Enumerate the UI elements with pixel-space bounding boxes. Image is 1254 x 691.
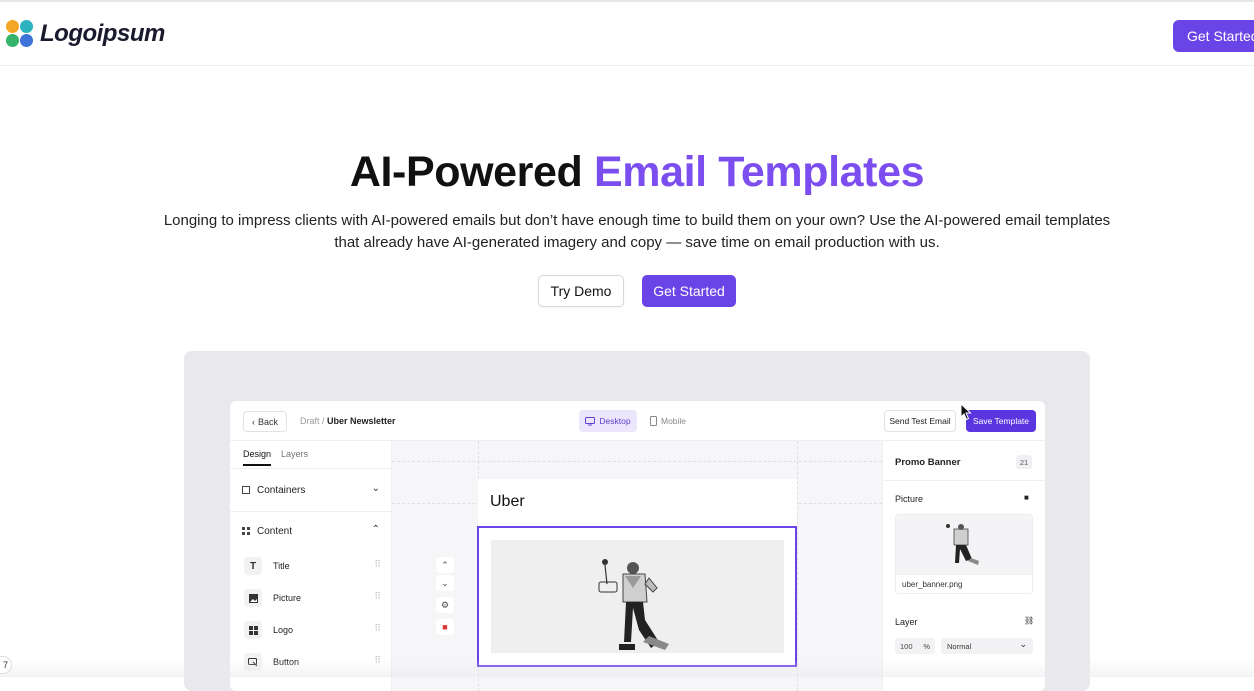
chevron-down-icon: ⌄ (1019, 639, 1027, 649)
promo-banner-block[interactable] (477, 526, 797, 667)
containers-section-header[interactable]: Containers ⌄ (242, 482, 380, 498)
breadcrumb: Draft / Uber Newsletter (300, 416, 396, 426)
monitor-icon (585, 416, 596, 425)
move-down-icon[interactable]: ⌄ (436, 575, 454, 591)
content-section-header[interactable]: Content ⌃ (242, 523, 380, 539)
opacity-value: 100 (900, 641, 913, 651)
section-divider (230, 511, 392, 512)
blend-mode-value: Normal (947, 641, 972, 651)
trash-icon[interactable]: ■ (1024, 493, 1029, 502)
send-test-email-button[interactable]: Send Test Email (884, 410, 956, 432)
editor-toolbar: ‹ Back Draft / Uber Newsletter Desktop M… (230, 401, 1045, 441)
drag-handle-icon[interactable]: ⠿ (374, 591, 381, 602)
properties-panel: Promo Banner 21 Picture ■ uber_banner.pn… (882, 441, 1045, 691)
container-icon (242, 486, 250, 494)
link-icon[interactable]: ⛓ (1024, 616, 1034, 625)
drag-handle-icon[interactable]: ⠿ (374, 559, 381, 570)
picture-preview-card[interactable]: uber_banner.png (895, 514, 1033, 594)
move-up-icon[interactable]: ⌃ (436, 557, 454, 573)
containers-label: Containers (257, 484, 306, 496)
block-toolbar: ⌃ ⌄ ⚙ ■ (436, 557, 454, 635)
text-icon: T (244, 557, 262, 575)
opacity-input[interactable]: 100 % (895, 638, 935, 654)
block-count-badge: 21 (1016, 455, 1032, 469)
hero-get-started-button[interactable]: Get Started (642, 275, 736, 307)
chevron-up-icon: ⌃ (371, 524, 380, 535)
bottom-fade (0, 660, 1254, 677)
top-nav: Logoipsum Get Started (0, 0, 1254, 66)
mouse-cursor-icon (960, 403, 972, 421)
phone-icon (650, 416, 657, 426)
hero-subtitle-line2: that already have AI-generated imagery a… (334, 234, 940, 251)
tab-layers[interactable]: Layers (281, 449, 308, 466)
person-illustration (598, 559, 669, 650)
grid-icon (244, 621, 262, 639)
editor-mockup: ‹ Back Draft / Uber Newsletter Desktop M… (230, 401, 1045, 691)
panel-divider (883, 480, 1045, 481)
back-button[interactable]: ‹ Back (243, 411, 287, 432)
back-label: Back (257, 416, 278, 427)
picture-label: Picture (895, 494, 924, 504)
logo-text: Logoipsum (40, 20, 165, 47)
content-item-title[interactable]: T Title ⠿ (244, 557, 381, 575)
mobile-view-toggle[interactable]: Mobile (650, 410, 686, 432)
layer-label: Layer (895, 617, 918, 627)
brand-logo[interactable]: Logoipsum (6, 20, 165, 48)
guide-line (797, 441, 798, 691)
hero-title-main: AI-Powered (349, 148, 583, 196)
mobile-label: Mobile (661, 416, 687, 426)
image-icon (244, 589, 262, 607)
content-item-label: Picture (273, 593, 302, 603)
content-item-label: Logo (273, 625, 294, 635)
thumbnail-illustration (946, 524, 979, 565)
block-title: Promo Banner (895, 457, 961, 468)
content-item-picture[interactable]: Picture ⠿ (244, 589, 381, 607)
tabs-divider (230, 468, 392, 469)
file-name: uber_banner.png (896, 574, 1032, 593)
drag-handle-icon[interactable]: ⠿ (374, 623, 381, 634)
email-header-block[interactable]: Uber (478, 479, 797, 526)
email-brand-title: Uber (490, 493, 525, 510)
nav-get-started-button[interactable]: Get Started (1173, 20, 1254, 52)
try-demo-button[interactable]: Try Demo (538, 275, 624, 307)
sidebar-tabs: Design Layers (243, 449, 308, 466)
content-label: Content (257, 525, 293, 537)
chevron-left-icon: ‹ (251, 416, 255, 427)
blend-mode-select[interactable]: Normal ⌄ (941, 638, 1033, 654)
blocks-icon (242, 527, 250, 535)
content-item-label: Title (273, 561, 290, 571)
save-template-button[interactable]: Save Template (966, 410, 1036, 432)
breadcrumb-current: Uber Newsletter (327, 416, 396, 426)
desktop-view-toggle[interactable]: Desktop (579, 410, 637, 432)
breadcrumb-parent[interactable]: Draft / (300, 416, 325, 426)
trash-icon[interactable]: ■ (436, 619, 454, 635)
opacity-unit: % (923, 641, 930, 651)
email-canvas[interactable]: Uber ⌃ ⌄ ⚙ ■ (392, 441, 882, 691)
chevron-down-icon: ⌄ (371, 483, 380, 494)
guide-line (392, 461, 882, 462)
desktop-label: Desktop (599, 416, 631, 426)
gear-icon[interactable]: ⚙ (436, 597, 454, 613)
content-item-logo[interactable]: Logo ⠿ (244, 621, 381, 639)
hero-subtitle: Longing to impress clients with AI-power… (160, 210, 1114, 254)
design-sidebar: Design Layers Containers ⌄ Content ⌃ T T… (230, 441, 392, 691)
hero-title: AI-Powered Email Templates (0, 148, 1254, 197)
banner-image (491, 540, 784, 653)
hero-title-accent: Email Templates (593, 148, 925, 196)
hero-subtitle-line1: Longing to impress clients with AI-power… (163, 212, 1111, 229)
logo-mark-icon (6, 20, 34, 48)
tab-design[interactable]: Design (243, 449, 272, 466)
